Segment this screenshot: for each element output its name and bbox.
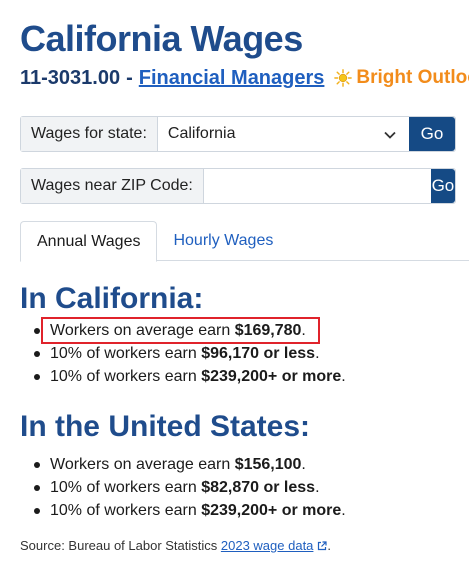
wage-value: $239,200+ or more	[201, 502, 342, 519]
page-title: California Wages	[20, 18, 303, 59]
wage-value: $169,780	[234, 322, 302, 339]
state-selector: Wages for state: California Go	[20, 116, 456, 152]
list-item: Workers on average earn $169,780.	[34, 319, 346, 342]
state-dropdown[interactable]: California	[158, 117, 409, 151]
list-item: Workers on average earn $156,100.	[34, 453, 346, 476]
tab-hourly-wages[interactable]: Hourly Wages	[157, 221, 289, 261]
zip-search: Wages near ZIP Code: Go	[20, 168, 456, 204]
list-item: 10% of workers earn $96,170 or less.	[34, 342, 346, 365]
list-item: 10% of workers earn $82,870 or less.	[34, 476, 346, 499]
united-states-heading: In the United States:	[20, 410, 311, 443]
code-separator: -	[126, 66, 133, 89]
occupation-subtitle: 11-3031.00 - Financial Managers Bright O…	[20, 64, 469, 92]
state-go-button[interactable]: Go	[409, 117, 455, 151]
chevron-down-icon	[383, 128, 397, 142]
zip-code-input[interactable]	[203, 169, 431, 203]
wage-value: $156,100	[234, 456, 302, 473]
source-note: Source: Bureau of Labor Statistics 2023 …	[20, 538, 332, 553]
wage-value: $82,870 or less	[201, 479, 316, 496]
zip-go-button[interactable]: Go	[430, 169, 455, 203]
external-link-icon[interactable]	[317, 539, 328, 551]
bright-outlook-label[interactable]: Bright Outlook	[356, 67, 469, 89]
sun-icon	[334, 69, 353, 87]
us-wage-list: Workers on average earn $156,100. 10% of…	[34, 453, 346, 522]
california-wage-list: Workers on average earn $169,780. 10% of…	[34, 319, 346, 388]
wage-value: $239,200+ or more	[201, 368, 342, 385]
zip-label: Wages near ZIP Code:	[21, 169, 204, 203]
list-item: 10% of workers earn $239,200+ or more.	[34, 499, 346, 522]
wage-value: $96,170 or less	[201, 345, 316, 362]
occupation-code: 11-3031.00	[20, 66, 121, 89]
california-heading: In California:	[20, 282, 204, 315]
wage-data-link[interactable]: 2023 wage data	[221, 538, 314, 553]
wage-tabs: Annual Wages Hourly Wages	[20, 221, 469, 262]
state-label: Wages for state:	[21, 117, 158, 151]
state-selected-value: California	[167, 125, 236, 142]
occupation-link[interactable]: Financial Managers	[139, 67, 325, 90]
list-item: 10% of workers earn $239,200+ or more.	[34, 365, 346, 388]
tab-annual-wages[interactable]: Annual Wages	[20, 221, 158, 262]
